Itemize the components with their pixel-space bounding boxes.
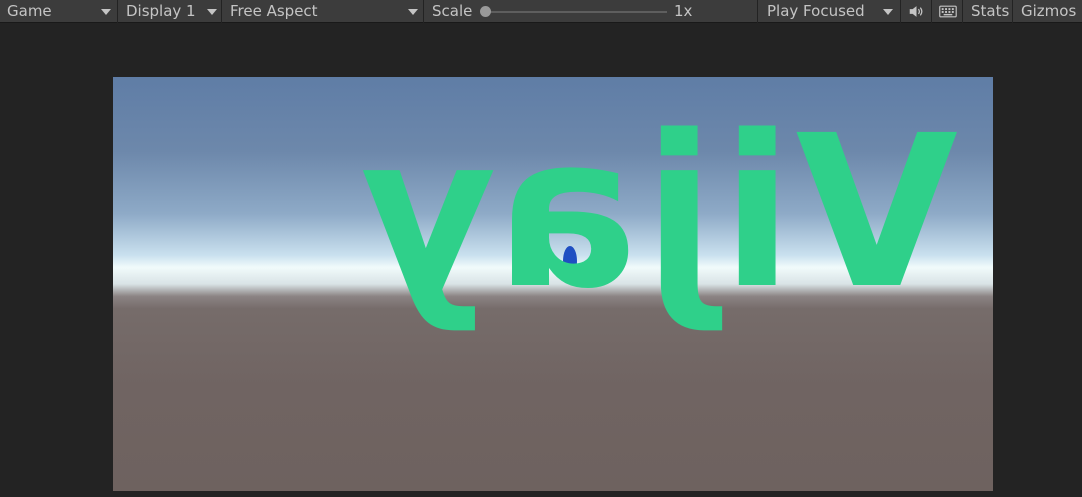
scale-label: Scale	[432, 2, 473, 20]
gizmos-label: Gizmos	[1021, 2, 1077, 20]
stats-toggle[interactable]: Stats	[964, 0, 1013, 23]
game-toolbar: Game Display 1 Free Aspect Scale 1x Play…	[0, 0, 1082, 23]
world-text-mesh: Vijay	[353, 90, 958, 335]
mute-audio-button[interactable]	[902, 0, 932, 23]
gizmos-toggle[interactable]: Gizmos	[1014, 0, 1082, 23]
display-label: Display 1	[126, 2, 196, 20]
keyboard-icon	[939, 5, 957, 18]
chevron-down-icon	[101, 9, 111, 15]
chevron-down-icon	[408, 9, 418, 15]
display-dropdown[interactable]: Display 1	[119, 0, 222, 23]
aspect-label: Free Aspect	[230, 2, 318, 20]
keyboard-shortcuts-button[interactable]	[933, 0, 963, 23]
view-label: Game	[7, 2, 52, 20]
scale-control: Scale 1x	[425, 0, 758, 23]
speaker-icon	[909, 6, 923, 17]
scale-slider-thumb[interactable]	[480, 6, 491, 17]
game-viewport[interactable]: Vijay	[113, 77, 993, 491]
scale-value: 1x	[674, 2, 693, 20]
stats-label: Stats	[971, 2, 1010, 20]
play-mode-label: Play Focused	[767, 2, 865, 20]
chevron-down-icon	[883, 9, 893, 15]
game-window: Game Display 1 Free Aspect Scale 1x Play…	[0, 0, 1082, 497]
chevron-down-icon	[207, 9, 217, 15]
view-dropdown[interactable]: Game	[0, 0, 118, 23]
aspect-dropdown[interactable]: Free Aspect	[223, 0, 424, 23]
play-mode-dropdown[interactable]: Play Focused	[760, 0, 901, 23]
scale-slider-track[interactable]	[485, 11, 667, 13]
